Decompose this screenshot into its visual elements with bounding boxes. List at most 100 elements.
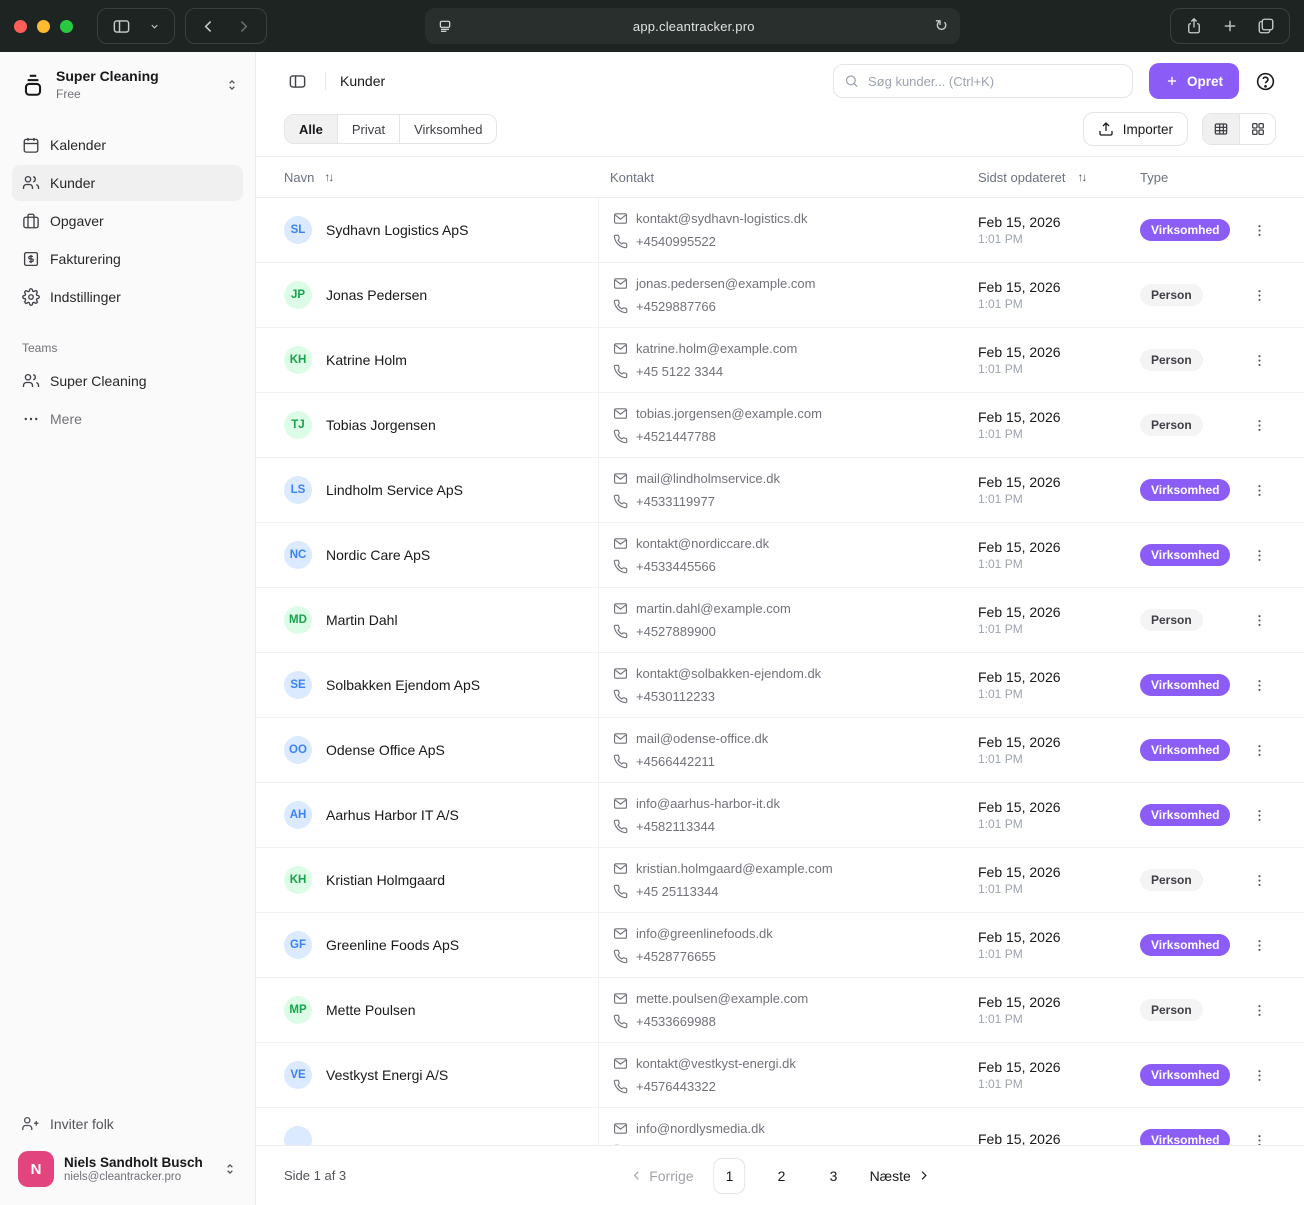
share-icon[interactable] — [1181, 13, 1207, 39]
table-row[interactable]: VE Vestkyst Energi A/S kontakt@vestkyst-… — [256, 1043, 1304, 1108]
table-row[interactable]: MD Martin Dahl martin.dahl@example.com +… — [256, 588, 1304, 653]
table-view-icon[interactable] — [1203, 114, 1239, 144]
table-row[interactable]: KH Katrine Holm katrine.holm@example.com… — [256, 328, 1304, 393]
search-input[interactable] — [833, 64, 1133, 98]
create-customer-button[interactable]: Opret — [1149, 63, 1239, 99]
row-menu-button[interactable] — [1246, 542, 1273, 569]
tab-virksomhed[interactable]: Virksomhed — [399, 115, 496, 143]
chevron-down-icon[interactable] — [145, 17, 164, 36]
close-window-button[interactable] — [14, 20, 27, 33]
tab-overview-icon[interactable] — [1253, 13, 1279, 39]
table-row[interactable]: info@nordlysmedia.dk Feb 15, 2026 Virkso… — [256, 1108, 1304, 1145]
customer-name: Jonas Pedersen — [326, 287, 427, 303]
import-button[interactable]: Importer — [1083, 112, 1188, 146]
column-kontakt: Kontakt — [610, 170, 654, 185]
tab-alle[interactable]: Alle — [285, 115, 337, 143]
sidebar-item-kunder[interactable]: Kunder — [12, 165, 243, 201]
row-menu-button[interactable] — [1246, 217, 1273, 244]
mail-icon — [613, 341, 628, 356]
table-row[interactable]: JP Jonas Pedersen jonas.pedersen@example… — [256, 263, 1304, 328]
customer-email: info@greenlinefoods.dk — [636, 926, 773, 941]
row-menu-button[interactable] — [1246, 737, 1273, 764]
forward-icon[interactable] — [231, 14, 256, 39]
table-row[interactable]: MP Mette Poulsen mette.poulsen@example.c… — [256, 978, 1304, 1043]
avatar: MP — [284, 996, 312, 1024]
row-menu-button[interactable] — [1246, 1062, 1273, 1089]
mail-icon — [613, 666, 628, 681]
customer-name: Greenline Foods ApS — [326, 937, 459, 953]
browser-sidebar-icon[interactable] — [108, 13, 135, 40]
row-menu-button[interactable] — [1246, 347, 1273, 374]
previous-page-button[interactable]: Forrige — [630, 1168, 693, 1184]
updated-date: Feb 15, 2026 — [978, 474, 1140, 490]
row-menu-button[interactable] — [1246, 802, 1273, 829]
phone-icon — [613, 494, 628, 509]
customer-email: kristian.holmgaard@example.com — [636, 861, 833, 876]
table-row[interactable]: KH Kristian Holmgaard kristian.holmgaard… — [256, 848, 1304, 913]
row-menu-button[interactable] — [1246, 1127, 1273, 1146]
updated-time: 1:01 PM — [978, 947, 1140, 961]
updated-date: Feb 15, 2026 — [978, 1131, 1140, 1145]
mail-icon — [613, 536, 628, 551]
table-row[interactable]: SE Solbakken Ejendom ApS kontakt@solbakk… — [256, 653, 1304, 718]
sidebar-item-fakturering[interactable]: Fakturering — [12, 241, 243, 277]
row-menu-button[interactable] — [1246, 282, 1273, 309]
row-menu-button[interactable] — [1246, 412, 1273, 439]
updated-date: Feb 15, 2026 — [978, 669, 1140, 685]
sidebar-item-team-super-cleaning[interactable]: Super Cleaning — [12, 363, 243, 399]
row-menu-button[interactable] — [1246, 477, 1273, 504]
account-menu[interactable]: N Niels Sandholt Busch niels@cleantracke… — [12, 1141, 243, 1193]
row-menu-button[interactable] — [1246, 672, 1273, 699]
help-icon[interactable] — [1255, 71, 1276, 92]
customer-phone: +4533119977 — [636, 494, 715, 509]
table-row[interactable]: AH Aarhus Harbor IT A/S info@aarhus-harb… — [256, 783, 1304, 848]
avatar: KH — [284, 866, 312, 894]
address-bar[interactable]: app.cleantracker.pro ↻ — [425, 8, 960, 44]
sort-icon[interactable]: ↑↓ — [1077, 170, 1085, 184]
page-button-2[interactable]: 2 — [766, 1158, 798, 1194]
table-row[interactable]: TJ Tobias Jorgensen tobias.jorgensen@exa… — [256, 393, 1304, 458]
sidebar-item-more[interactable]: Mere — [12, 401, 243, 437]
table-row[interactable]: SL Sydhavn Logistics ApS kontakt@sydhavn… — [256, 198, 1304, 263]
sidebar-item-kalender[interactable]: Kalender — [12, 127, 243, 163]
workspace-switcher[interactable]: Super Cleaning Free — [0, 52, 255, 111]
row-menu-button[interactable] — [1246, 932, 1273, 959]
page-button-1[interactable]: 1 — [714, 1158, 746, 1194]
back-icon[interactable] — [196, 14, 221, 39]
mail-icon — [613, 731, 628, 746]
customer-name: Martin Dahl — [326, 612, 398, 628]
row-menu-button[interactable] — [1246, 997, 1273, 1024]
reader-mode-icon[interactable] — [437, 18, 453, 34]
collapse-sidebar-icon[interactable] — [284, 68, 311, 95]
tab-privat[interactable]: Privat — [337, 115, 399, 143]
kebab-icon — [1252, 678, 1267, 693]
reload-icon[interactable]: ↻ — [935, 16, 948, 36]
card-view-icon[interactable] — [1239, 114, 1275, 144]
avatar: GF — [284, 931, 312, 959]
type-badge: Virksomhed — [1140, 479, 1230, 501]
row-menu-button[interactable] — [1246, 607, 1273, 634]
table-row[interactable]: LS Lindholm Service ApS mail@lindholmser… — [256, 458, 1304, 523]
sidebar-item-opgaver[interactable]: Opgaver — [12, 203, 243, 239]
kebab-icon — [1252, 353, 1267, 368]
table-row[interactable]: GF Greenline Foods ApS info@greenlinefoo… — [256, 913, 1304, 978]
row-menu-button[interactable] — [1246, 867, 1273, 894]
minimize-window-button[interactable] — [37, 20, 50, 33]
table-row[interactable]: OO Odense Office ApS mail@odense-office.… — [256, 718, 1304, 783]
invite-people-button[interactable]: Inviter folk — [12, 1107, 124, 1141]
next-page-button[interactable]: Næste — [870, 1168, 930, 1184]
customer-name: Kristian Holmgaard — [326, 872, 445, 888]
kebab-icon — [1252, 743, 1267, 758]
users-icon — [22, 174, 40, 192]
sort-icon[interactable]: ↑↓ — [324, 170, 332, 184]
kebab-icon — [1252, 808, 1267, 823]
sidebar-item-indstillinger[interactable]: Indstillinger — [12, 279, 243, 315]
new-tab-icon[interactable] — [1217, 13, 1243, 39]
zoom-window-button[interactable] — [60, 20, 73, 33]
customer-name: Katrine Holm — [326, 352, 407, 368]
kebab-icon — [1252, 938, 1267, 953]
customer-email: martin.dahl@example.com — [636, 601, 791, 616]
customer-phone: +4533669988 — [636, 1014, 716, 1029]
page-button-3[interactable]: 3 — [818, 1158, 850, 1194]
table-row[interactable]: NC Nordic Care ApS kontakt@nordiccare.dk… — [256, 523, 1304, 588]
